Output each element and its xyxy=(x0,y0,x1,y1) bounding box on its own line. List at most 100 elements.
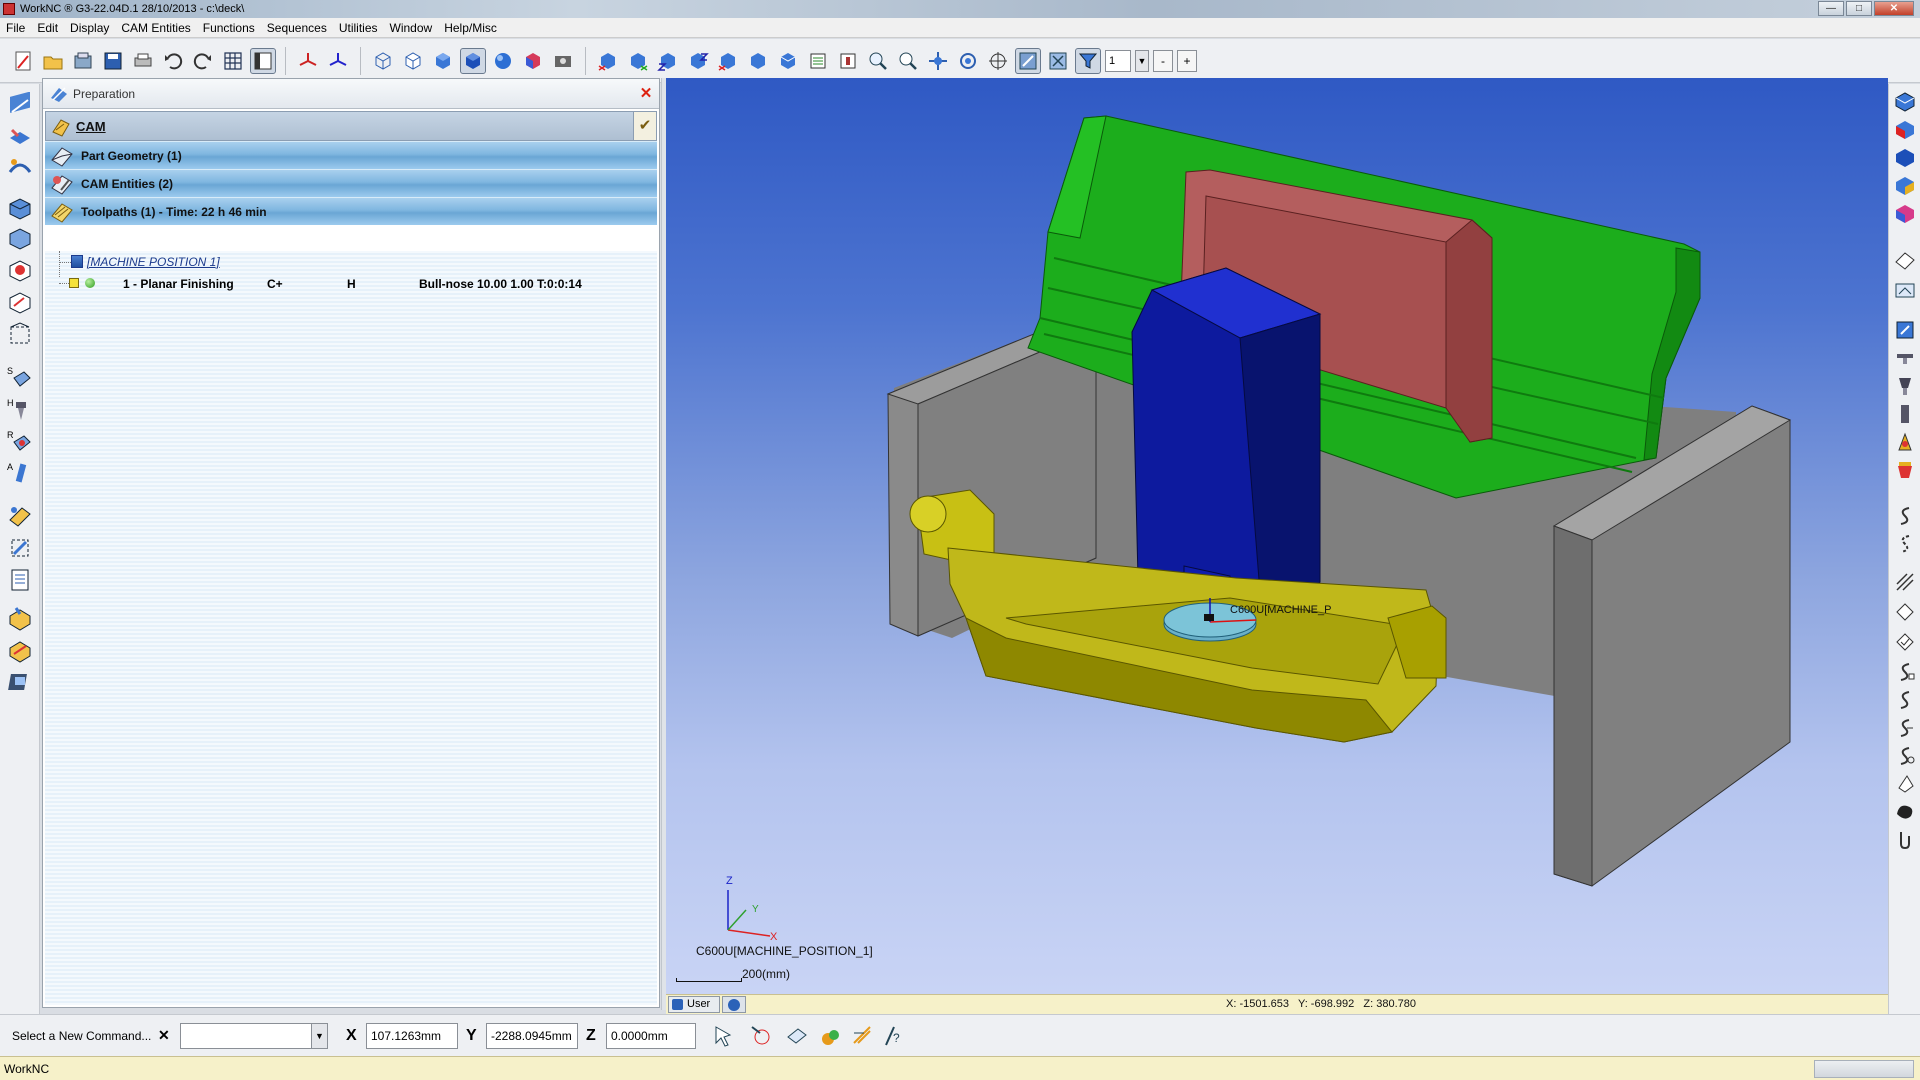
pan-icon[interactable] xyxy=(925,48,951,74)
import-icon[interactable] xyxy=(70,48,96,74)
view-yx-icon[interactable] xyxy=(625,48,651,74)
new-icon[interactable] xyxy=(10,48,36,74)
cam-row[interactable]: CAM ✔ xyxy=(45,111,657,141)
view-tab[interactable] xyxy=(722,996,746,1013)
machine-position-node[interactable]: [MACHINE POSITION 1] xyxy=(87,255,220,269)
stock-icon[interactable] xyxy=(6,224,34,252)
r-tool-icon[interactable]: R xyxy=(6,428,34,456)
toolpath-row[interactable]: 1 - Planar Finishing C+ H Bull-nose 10.0… xyxy=(45,275,657,291)
view-iso-icon[interactable] xyxy=(775,48,801,74)
zoom-icon[interactable] xyxy=(895,48,921,74)
curve-e-icon[interactable] xyxy=(1893,772,1917,796)
help-icon[interactable]: ? xyxy=(880,1023,906,1049)
check-toolpath-icon[interactable] xyxy=(6,534,34,562)
view-top-icon[interactable] xyxy=(1893,90,1917,114)
part-geometry-section[interactable]: Part Geometry (1) xyxy=(45,141,657,169)
tool-stock-icon[interactable] xyxy=(1893,430,1917,454)
boundary-icon[interactable] xyxy=(6,320,34,348)
cam-entities-section[interactable]: CAM Entities (2) xyxy=(45,169,657,197)
user-view-tab[interactable]: User xyxy=(668,996,720,1013)
select-icon[interactable] xyxy=(1015,47,1041,74)
macro-icon[interactable] xyxy=(6,502,34,530)
grid-icon[interactable] xyxy=(220,48,246,74)
hidden-cube-icon[interactable] xyxy=(400,48,426,74)
shaded-active-icon[interactable] xyxy=(460,47,486,74)
view-fit-icon[interactable] xyxy=(835,48,861,74)
view-xz-icon[interactable] xyxy=(655,48,681,74)
command-combo-dropdown[interactable]: ▼ xyxy=(311,1024,327,1048)
curve-icon[interactable] xyxy=(6,256,34,284)
path-s-icon[interactable] xyxy=(1893,504,1917,528)
pick-path-icon[interactable] xyxy=(850,1023,876,1049)
select-mode-icon[interactable] xyxy=(1045,48,1071,74)
render-icon[interactable] xyxy=(520,48,546,74)
toolpath-wizard-icon[interactable] xyxy=(6,154,34,182)
curve-c-icon[interactable] xyxy=(1893,716,1917,740)
sphere-icon[interactable] xyxy=(490,48,516,74)
path-s2-icon[interactable] xyxy=(1893,532,1917,556)
tool-flat-icon[interactable] xyxy=(1893,346,1917,370)
view-iso-icon[interactable] xyxy=(1893,202,1917,226)
camera-icon[interactable] xyxy=(550,48,576,74)
close-button[interactable]: ✕ xyxy=(1874,1,1914,16)
pick-color-icon[interactable] xyxy=(818,1023,844,1049)
documentation-icon[interactable] xyxy=(6,668,34,696)
tool-holder-icon[interactable] xyxy=(1893,374,1917,398)
curve-d-icon[interactable] xyxy=(1893,744,1917,768)
menu-sequences[interactable]: Sequences xyxy=(267,21,327,35)
menu-window[interactable]: Window xyxy=(390,21,433,35)
confirm-check-button[interactable]: ✔ xyxy=(633,111,657,141)
measure-icon[interactable] xyxy=(1893,318,1917,342)
simulation-icon[interactable] xyxy=(6,636,34,664)
axis2-icon[interactable] xyxy=(325,48,351,74)
redo-icon[interactable] xyxy=(190,48,216,74)
shaded-cube-icon[interactable] xyxy=(430,48,456,74)
pick-entity-icon[interactable] xyxy=(784,1023,810,1049)
cam-entities-icon[interactable] xyxy=(6,124,34,152)
view-left-icon[interactable] xyxy=(1893,174,1917,198)
minimize-button[interactable]: — xyxy=(1818,1,1844,16)
preparation-icon[interactable] xyxy=(6,92,34,120)
menu-utilities[interactable]: Utilities xyxy=(339,21,378,35)
menu-file[interactable]: File xyxy=(6,21,25,35)
axis-icon[interactable] xyxy=(295,48,321,74)
layer-plus-button[interactable]: + xyxy=(1177,49,1197,72)
plane-icon[interactable] xyxy=(1893,600,1917,624)
pick-cursor-icon[interactable] xyxy=(712,1023,738,1049)
y-coord-input[interactable]: -2288.0945mm xyxy=(486,1023,578,1049)
s-tool-icon[interactable]: S xyxy=(6,364,34,392)
plane-check-icon[interactable] xyxy=(1893,630,1917,654)
layer-dropdown-button[interactable]: ▼ xyxy=(1135,49,1149,72)
menu-help-misc[interactable]: Help/Misc xyxy=(444,21,497,35)
curve-a-icon[interactable] xyxy=(1893,660,1917,684)
view-front-icon[interactable] xyxy=(1893,118,1917,142)
surface-icon[interactable] xyxy=(6,288,34,316)
a-tool-icon[interactable]: A xyxy=(6,460,34,488)
menu-cam-entities[interactable]: CAM Entities xyxy=(121,21,190,35)
command-clear-button[interactable]: ✕ xyxy=(158,1027,170,1044)
undo-icon[interactable] xyxy=(160,48,186,74)
view-right-icon[interactable] xyxy=(1893,146,1917,170)
tool-color-icon[interactable] xyxy=(1893,458,1917,482)
zoom-window-icon[interactable] xyxy=(865,48,891,74)
snapshot-icon[interactable] xyxy=(1893,278,1917,302)
hatch-icon[interactable] xyxy=(1893,570,1917,594)
x-coord-input[interactable]: 107.1263mm xyxy=(366,1023,458,1049)
center-icon[interactable] xyxy=(985,48,1011,74)
z-coord-input[interactable]: 0.0000mm xyxy=(606,1023,696,1049)
filter-icon[interactable] xyxy=(1075,47,1101,74)
view-xy-icon[interactable] xyxy=(595,48,621,74)
view-list-icon[interactable] xyxy=(805,48,831,74)
menu-display[interactable]: Display xyxy=(70,21,109,35)
blob-icon[interactable] xyxy=(1893,800,1917,824)
h-tool-icon[interactable]: H xyxy=(6,396,34,424)
pick-point-icon[interactable] xyxy=(748,1023,774,1049)
menu-edit[interactable]: Edit xyxy=(37,21,58,35)
open-icon[interactable] xyxy=(40,48,66,74)
hook-icon[interactable] xyxy=(1893,828,1917,852)
view-zx-icon[interactable] xyxy=(685,48,711,74)
panel-close-button[interactable]: ✕ xyxy=(637,85,655,103)
wireframe-cube-icon[interactable] xyxy=(370,48,396,74)
save-icon[interactable] xyxy=(100,48,126,74)
menu-functions[interactable]: Functions xyxy=(203,21,255,35)
